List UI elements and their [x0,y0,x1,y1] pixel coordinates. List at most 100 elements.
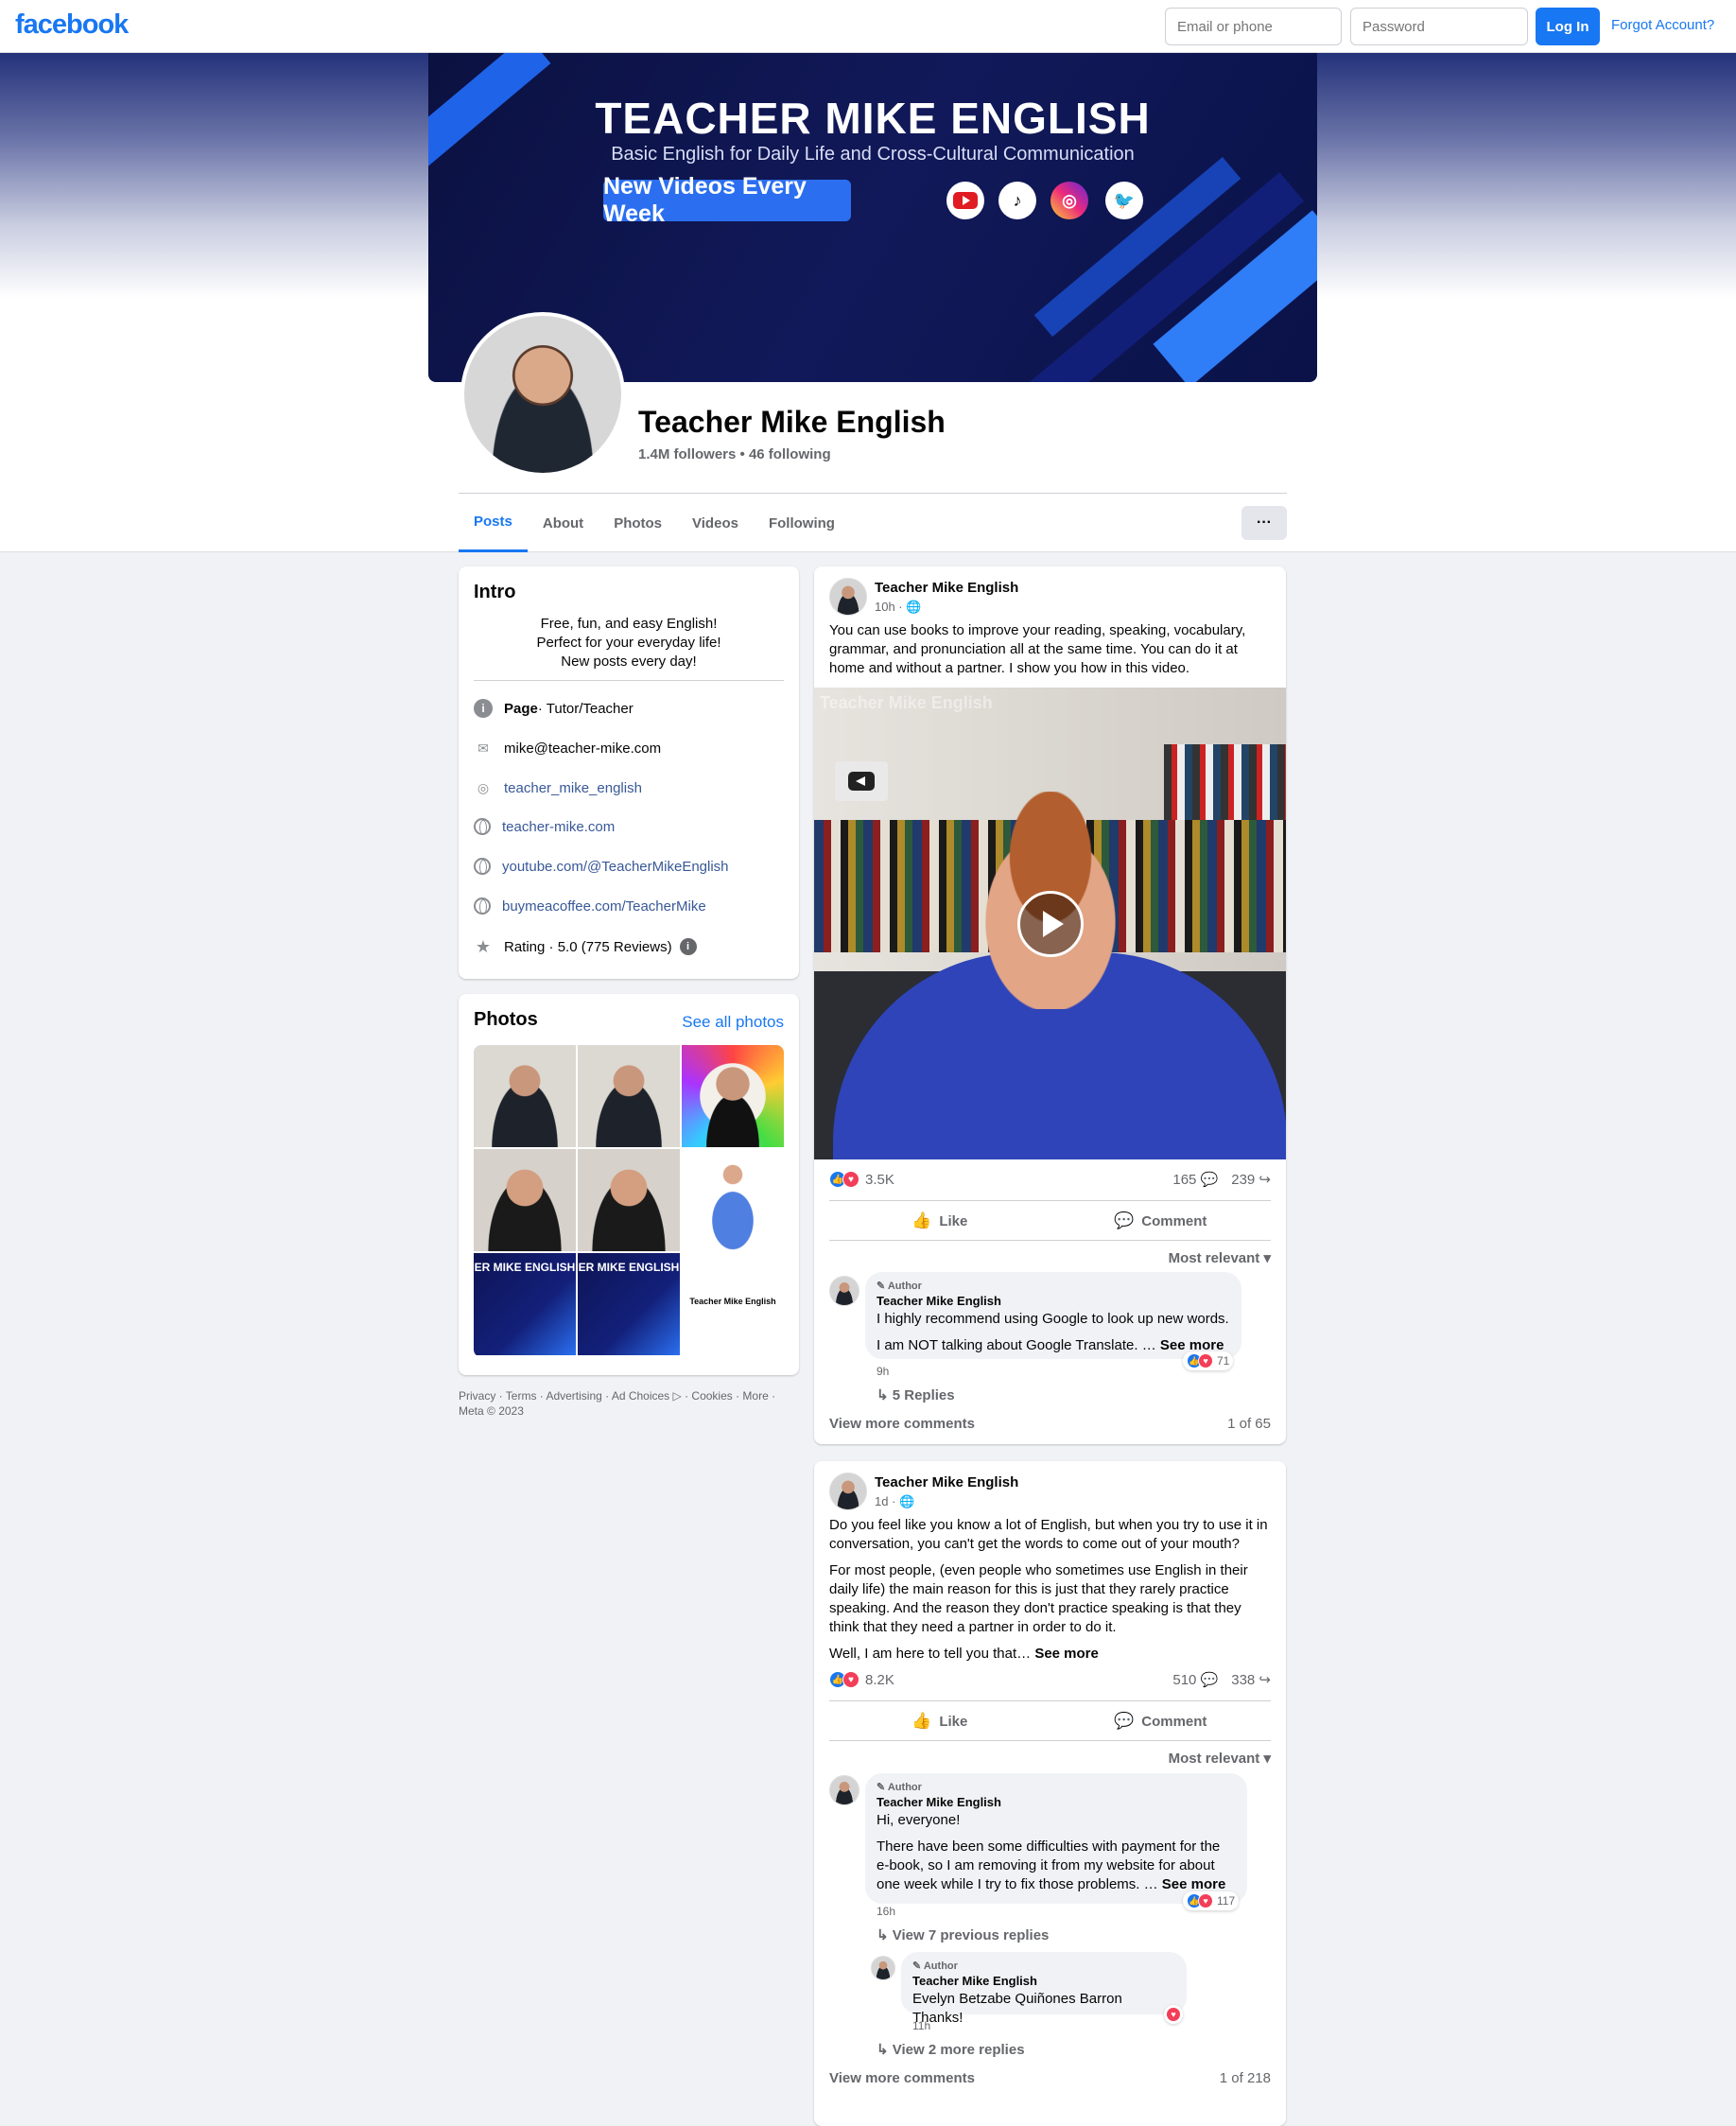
avatar[interactable] [829,1473,867,1510]
avatar[interactable] [829,1276,859,1306]
cover-subtitle: Basic English for Daily Life and Cross-C… [611,144,1135,165]
website-link[interactable]: teacher-mike.com [502,819,615,835]
thumbnail-caption: HER MIKE ENGLISH [474,1261,576,1274]
rating-text: Rating · 5.0 (775 Reviews) [504,938,672,955]
photo-thumbnail[interactable] [474,1149,576,1251]
comment-count[interactable]: 165 💬 [1172,1171,1218,1188]
reaction-icons[interactable]: 👍 ♥ [829,1171,859,1188]
photo-thumbnail[interactable] [578,1149,680,1251]
intro-card: Intro Free, fun, and easy English! Perfe… [459,566,799,979]
comment-label: Comment [1141,1713,1207,1730]
photo-thumbnail[interactable] [474,1045,576,1147]
post-header: Teacher Mike English 1d · 🌐 [829,1473,1018,1510]
instagram-icon: ◎ [477,779,490,795]
more-options-button[interactable]: ··· [1241,506,1287,540]
comment-author[interactable]: Teacher Mike English [877,1795,1236,1809]
reaction-count[interactable]: 3.5K [865,1172,894,1188]
view-previous-replies-link[interactable]: ↳ View 7 previous replies [877,1926,1049,1943]
reply-reactions[interactable]: ♥ [1164,2005,1183,2024]
comment-timestamp[interactable]: 9h [877,1365,889,1378]
profile-picture[interactable] [460,312,625,477]
page-title: Teacher Mike English [638,405,946,439]
comment-sort-dropdown[interactable]: Most relevant ▾ [1169,1249,1271,1266]
thumbnail-caption: Teacher Mike English [689,1297,776,1306]
tab-photos[interactable]: Photos [599,494,677,552]
see-all-photos-link[interactable]: See all photos [682,1013,784,1032]
share-count[interactable]: 239 ↪ [1231,1171,1271,1188]
avatar[interactable] [871,1956,895,1980]
share-count[interactable]: 338 ↪ [1231,1671,1271,1688]
photo-thumbnail[interactable] [682,1045,784,1147]
avatar[interactable] [829,578,867,616]
photo-thumbnail[interactable]: Teacher Mike English [682,1253,784,1355]
twitter-icon: 🐦 [1105,182,1143,219]
comment-sort-dropdown[interactable]: Most relevant ▾ [1169,1750,1271,1767]
post-timestamp[interactable]: 10h · 🌐 [875,600,1018,615]
love-icon: ♥ [1198,1353,1213,1368]
footer-links[interactable]: Privacy · Terms · Advertising · Ad Choic… [459,1388,799,1419]
comment-timestamp[interactable]: 16h [877,1905,895,1918]
post-author[interactable]: Teacher Mike English [875,580,1018,596]
forgot-account-link[interactable]: Forgot Account? [1611,17,1714,33]
comment-text: I am NOT talking about Google Translate.… [877,1337,1160,1353]
tab-following[interactable]: Following [754,494,850,552]
comment-count[interactable]: 510 💬 [1172,1671,1218,1688]
post-actions: 👍 Like 💬 Comment [829,1202,1271,1240]
comment-reactions[interactable]: 👍 ♥ 71 [1183,1351,1234,1370]
post-card: Teacher Mike English 10h · 🌐 You can use… [814,566,1286,1444]
facebook-logo[interactable]: facebook [15,9,129,41]
rating-row: ★ Rating · 5.0 (775 Reviews) i [474,937,708,956]
reply-timestamp[interactable]: 11h [912,2019,930,2032]
youtube-link[interactable]: youtube.com/@TeacherMikeEnglish [502,859,729,875]
comment-reactions[interactable]: 👍 ♥ 117 [1183,1891,1240,1910]
photo-thumbnail[interactable]: HER MIKE ENGLISH [474,1253,576,1355]
comment-icon: 💬 [1114,1211,1135,1229]
password-field[interactable] [1350,8,1528,45]
reply-author[interactable]: Teacher Mike English [912,1974,1175,1988]
comment-pagination: 1 of 218 [1219,2070,1271,2086]
bio-line: New posts every day! [561,653,697,670]
reaction-count[interactable]: 8.2K [865,1672,894,1688]
instagram-row: ◎ teacher_mike_english [474,778,642,797]
tab-posts[interactable]: Posts [459,494,528,552]
divider [829,1240,1271,1241]
see-more-link[interactable]: See more [1162,1876,1226,1892]
see-more-link[interactable]: See more [1034,1646,1099,1662]
photo-thumbnail[interactable] [578,1045,680,1147]
photo-thumbnail[interactable]: HER MIKE ENGLISH [578,1253,680,1355]
tab-videos[interactable]: Videos [677,494,754,552]
reaction-icons[interactable]: 👍 ♥ [829,1671,859,1688]
comment-button[interactable]: 💬 Comment [1050,1202,1272,1240]
view-replies-link[interactable]: ↳ 5 Replies [877,1386,955,1403]
comment-text: I highly recommend using Google to look … [877,1311,1229,1327]
author-badge: ✎ Author [877,1281,922,1292]
buymeacoffee-link[interactable]: buymeacoffee.com/TeacherMike [502,898,706,915]
view-more-comments-link[interactable]: View more comments [829,2070,975,2086]
profile-header: TEACHER MIKE ENGLISH Basic English for D… [0,53,1736,552]
email-row: ✉ mike@teacher-mike.com [474,739,661,758]
comment-button[interactable]: 💬 Comment [1050,1702,1272,1740]
photo-thumbnail[interactable] [682,1149,784,1251]
email-field[interactable] [1165,8,1342,45]
instagram-link[interactable]: teacher_mike_english [504,780,642,796]
login-button[interactable]: Log In [1536,8,1600,45]
love-icon: ♥ [842,1671,859,1688]
email-text: mike@teacher-mike.com [504,740,662,757]
comment-author[interactable]: Teacher Mike English [877,1294,1230,1308]
comment-icon: 💬 [1114,1712,1135,1730]
view-more-comments-link[interactable]: View more comments [829,1416,975,1432]
follower-count[interactable]: 1.4M followers • 46 following [638,446,831,462]
view-more-replies-link[interactable]: ↳ View 2 more replies [877,2041,1025,2058]
avatar[interactable] [829,1775,859,1805]
photo-grid: HER MIKE ENGLISH HER MIKE ENGLISH Teache… [474,1045,784,1357]
post-author[interactable]: Teacher Mike English [875,1474,1018,1490]
tab-about[interactable]: About [528,494,599,552]
love-icon: ♥ [1166,2007,1181,2022]
video-player[interactable]: Teacher Mike English [814,688,1286,1159]
post-timestamp[interactable]: 1d · 🌐 [875,1494,1018,1509]
play-button[interactable] [1017,891,1084,957]
like-button[interactable]: 👍 Like [829,1202,1050,1240]
thumbs-up-icon: 👍 [911,1712,932,1730]
like-button[interactable]: 👍 Like [829,1702,1050,1740]
info-icon[interactable]: i [679,938,697,955]
